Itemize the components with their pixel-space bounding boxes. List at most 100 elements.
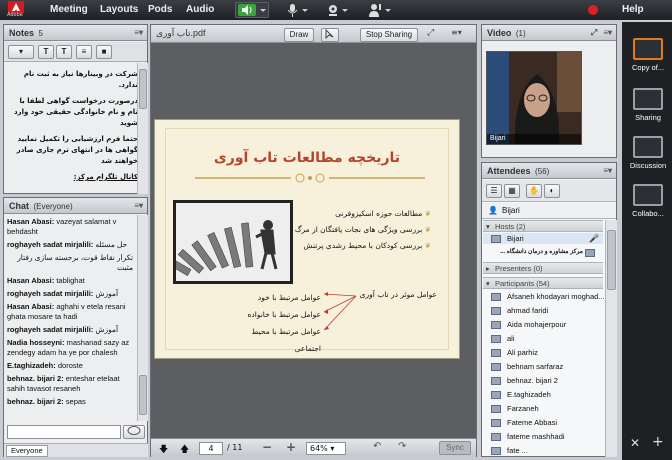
font-size-dropdown[interactable]: ▾ bbox=[8, 45, 34, 59]
fullscreen-icon[interactable]: ⤢ bbox=[591, 28, 597, 38]
arrow-down-icon[interactable]: 🡇 bbox=[159, 442, 168, 458]
participants-header[interactable]: ▾ Participants (54) bbox=[483, 277, 603, 289]
menu-meeting[interactable]: Meeting bbox=[50, 4, 88, 15]
layout-icon bbox=[633, 136, 663, 158]
microphone-icon bbox=[287, 4, 308, 17]
notes-pod-header: Notes 5 ≡▾ bbox=[4, 25, 147, 41]
participant-row[interactable]: Fateme Abbasi bbox=[483, 417, 557, 428]
chat-message: Hasan Abasi: aghahi v etela resani ghata… bbox=[7, 302, 126, 321]
status-view-icon[interactable]: ▦ bbox=[504, 184, 520, 198]
notes-content[interactable]: شرکت در وبینارها نیاز به ثبت نام ندارد. … bbox=[8, 69, 138, 188]
layout-collaboration[interactable]: Collabo... bbox=[626, 184, 670, 218]
pointer-icon bbox=[325, 28, 334, 40]
host-row[interactable]: مرکز مشاوره و درمان دانشگاه ... bbox=[483, 247, 603, 258]
draw-button[interactable]: Draw bbox=[284, 28, 314, 42]
microphone-icon: 🎤 bbox=[589, 234, 599, 243]
page-input[interactable]: 4 bbox=[199, 442, 223, 455]
speaker-button[interactable] bbox=[235, 2, 269, 18]
stop-sharing-button[interactable]: Stop Sharing bbox=[360, 28, 418, 42]
send-button[interactable] bbox=[123, 425, 145, 439]
participant-row[interactable]: ahmad faridi bbox=[483, 305, 548, 316]
chat-scrollbar[interactable] bbox=[137, 215, 148, 421]
attendees-pod: Attendees (56) ≡▾ ☰ ▦ ✋ ◐ 👤 Bijari ▾ Host… bbox=[481, 162, 617, 457]
attendees-scrollbar[interactable] bbox=[605, 220, 617, 457]
participant-row[interactable]: fate ... bbox=[483, 445, 528, 456]
arrow-up-icon[interactable]: 🡅 bbox=[180, 442, 189, 458]
video-pod-header: Video (1) ⤢ ≡▾ bbox=[482, 25, 616, 41]
zoom-out-icon[interactable]: − bbox=[262, 440, 272, 454]
user-icon bbox=[491, 433, 501, 441]
my-status-row: 👤 Bijari bbox=[482, 203, 616, 219]
menu-pods[interactable]: Pods bbox=[148, 4, 172, 15]
color-icon[interactable]: ■ bbox=[96, 45, 112, 59]
menu-help[interactable]: Help bbox=[622, 4, 644, 15]
participant-row[interactable]: behnam sarfaraz bbox=[483, 361, 563, 372]
chat-message: Nadia hosseyni: mashanad sazy az zendegy… bbox=[7, 338, 130, 357]
speaker-icon bbox=[238, 4, 266, 16]
chat-input[interactable] bbox=[7, 425, 121, 439]
chat-message: roghayeh sadat mirjalili: آموزش bbox=[7, 325, 119, 334]
fullscreen-icon[interactable]: ⤢ bbox=[427, 28, 434, 38]
pod-menu-icon[interactable]: ≡▾ bbox=[451, 28, 462, 37]
video-title: Video bbox=[487, 28, 512, 38]
list-icon[interactable]: ≡ bbox=[76, 45, 92, 59]
add-layout-icon[interactable]: + bbox=[652, 434, 664, 450]
scroll-thumb[interactable] bbox=[139, 375, 147, 415]
host-row[interactable]: Bijari 🎤 bbox=[483, 233, 603, 244]
shared-filename: تاب آوری.pdf bbox=[156, 28, 206, 38]
pod-menu-icon[interactable]: ≡▾ bbox=[603, 166, 612, 175]
chat-message: behnaz. bijari 2: enteshar etelaat sahih… bbox=[7, 374, 120, 393]
hosts-header[interactable]: ▾ Hosts (2) bbox=[483, 220, 603, 232]
participant-row[interactable]: ali bbox=[483, 333, 515, 344]
pointer-button[interactable] bbox=[321, 28, 339, 42]
redo-icon[interactable]: ↷ bbox=[398, 441, 406, 452]
menu-layouts[interactable]: Layouts bbox=[100, 4, 138, 15]
status-button[interactable] bbox=[366, 2, 394, 18]
slide-bullet: ❦ بررسی ویژگی های نجات یافتگان از مرگ bbox=[294, 225, 431, 234]
undo-icon[interactable]: ↶ bbox=[373, 441, 381, 452]
presenters-header[interactable]: ▸ Presenters (0) bbox=[483, 262, 603, 274]
factor-item: عوامل مرتبط با خود bbox=[257, 293, 321, 302]
chat-message: roghayeh sadat mirjalili: آموزش bbox=[7, 289, 119, 298]
participant-row[interactable]: E.taghizadeh bbox=[483, 389, 551, 400]
attendees-pod-header: Attendees (56) ≡▾ bbox=[482, 163, 616, 179]
scroll-thumb[interactable] bbox=[139, 69, 147, 109]
domino-illustration bbox=[168, 203, 290, 281]
layout-sharing[interactable]: Sharing bbox=[626, 88, 670, 122]
scroll-thumb[interactable] bbox=[607, 230, 616, 290]
participant-row[interactable]: fateme mashhadi bbox=[483, 431, 565, 442]
pod-menu-icon[interactable]: ≡▾ bbox=[134, 201, 143, 210]
attendees-count: (56) bbox=[535, 167, 550, 176]
tab-everyone[interactable]: Everyone bbox=[6, 445, 48, 457]
mute-icon[interactable]: ◐ bbox=[544, 184, 560, 198]
participant-row[interactable]: Farzaneh bbox=[483, 403, 539, 414]
factor-arrows bbox=[323, 292, 357, 331]
layout-copy[interactable]: Copy of... bbox=[626, 38, 670, 72]
settings-tools-icon[interactable]: ✕ bbox=[630, 436, 640, 450]
record-indicator[interactable] bbox=[587, 2, 599, 18]
video-feed[interactable]: Bijari bbox=[486, 51, 582, 145]
attendees-toolbar: ☰ ▦ ✋ ◐ bbox=[482, 180, 616, 202]
list-view-icon[interactable]: ☰ bbox=[486, 184, 502, 198]
participant-row[interactable]: Afsaneh khodayari moghad... bbox=[483, 291, 604, 302]
pod-menu-icon[interactable]: ≡▾ bbox=[603, 28, 612, 38]
layout-discussion[interactable]: Discussion bbox=[626, 136, 670, 170]
menu-audio[interactable]: Audio bbox=[186, 4, 214, 15]
participant-row[interactable]: behnaz. bijari 2 bbox=[483, 375, 558, 386]
camera-button[interactable] bbox=[323, 2, 351, 18]
text-format-icon[interactable]: T bbox=[38, 45, 54, 59]
zoom-dropdown[interactable]: 64% ▾ bbox=[306, 442, 346, 455]
participant-row[interactable]: Aida mohajerpour bbox=[483, 319, 566, 330]
notes-scrollbar[interactable] bbox=[137, 63, 148, 194]
microphone-button[interactable] bbox=[283, 2, 311, 18]
participant-row[interactable]: Ali parhiz bbox=[483, 347, 538, 358]
zoom-in-icon[interactable]: + bbox=[286, 440, 296, 454]
user-icon bbox=[491, 363, 501, 371]
bold-icon[interactable]: T bbox=[56, 45, 72, 59]
sync-button[interactable]: Sync bbox=[439, 441, 471, 455]
user-icon bbox=[491, 335, 501, 343]
pod-menu-icon[interactable]: ≡▾ bbox=[134, 28, 143, 37]
factor-item: عوامل مرتبط با محیط اجتماعی bbox=[251, 327, 321, 353]
raise-hand-icon[interactable]: ✋ bbox=[526, 184, 542, 198]
record-icon bbox=[588, 5, 598, 15]
